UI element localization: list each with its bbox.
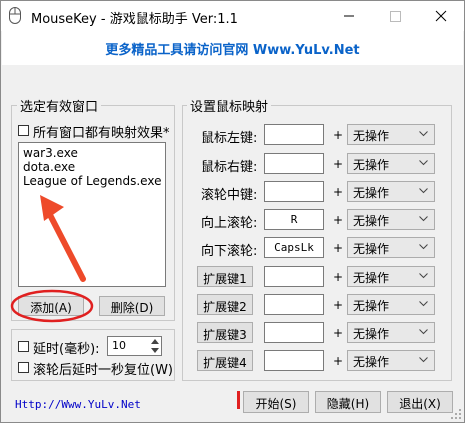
mapping-key-input[interactable]: CapsLk: [264, 237, 324, 258]
red-arrow-annotation: [40, 195, 86, 282]
mapping-action-value: 无操作: [353, 186, 390, 200]
plus-sign: +: [333, 128, 344, 142]
list-item[interactable]: war3.exe: [19, 146, 165, 160]
extension-key-3-button[interactable]: 扩展键3: [197, 322, 253, 343]
mouse-icon: [9, 7, 21, 24]
minimize-button[interactable]: [326, 1, 372, 31]
resize-grip-icon[interactable]: [450, 408, 462, 420]
chevron-down-icon: [419, 216, 428, 222]
plus-sign: +: [333, 213, 344, 227]
mapping-action-select[interactable]: 无操作: [347, 209, 435, 230]
app-window: MouseKey - 游戏鼠标助手 Ver:1.1 更多精品工具请访问官网 Ww…: [0, 0, 465, 423]
chevron-down-icon: [419, 301, 428, 307]
extension-key-4-button[interactable]: 扩展键4: [197, 350, 253, 371]
mapping-action-value: 无操作: [353, 355, 390, 369]
wheel-reset-checkbox[interactable]: [18, 362, 29, 373]
mapping-action-select[interactable]: 无操作: [347, 153, 435, 174]
spin-up-icon[interactable]: [151, 339, 159, 344]
mapping-row-label: 向上滚轮:: [201, 216, 258, 231]
mapping-key-input[interactable]: [264, 294, 324, 315]
hide-button-label: 隐藏(H): [326, 397, 370, 411]
mapping-row-label: 向下滚轮:: [201, 244, 258, 259]
all-windows-checkbox[interactable]: [18, 125, 29, 136]
chevron-down-icon: [419, 357, 428, 363]
window-select-group-title: 选定有效窗口: [17, 96, 102, 115]
list-item[interactable]: League of Legends.exe: [19, 174, 165, 188]
plus-sign: +: [333, 185, 344, 199]
mapping-key-input[interactable]: R: [264, 209, 324, 230]
mapping-key-input[interactable]: [264, 350, 324, 371]
chevron-down-icon: [419, 244, 428, 250]
plus-sign: +: [333, 326, 344, 340]
mapping-key-input[interactable]: [264, 322, 324, 343]
chevron-down-icon: [419, 131, 428, 137]
mapping-group-title: 设置鼠标映射: [187, 96, 272, 115]
spin-down-icon[interactable]: [151, 348, 159, 353]
mapping-row-label: 鼠标左键:: [201, 131, 258, 146]
delay-spinner[interactable]: [148, 337, 162, 355]
mapping-action-value: 无操作: [353, 242, 390, 256]
mapping-action-select[interactable]: 无操作: [347, 350, 435, 371]
chevron-down-icon: [419, 160, 428, 166]
mapping-action-select[interactable]: 无操作: [347, 181, 435, 202]
delay-value: 10: [112, 339, 126, 352]
plus-sign: +: [333, 270, 344, 284]
mapping-key-input[interactable]: [264, 266, 324, 287]
plus-sign: +: [333, 157, 344, 171]
mapping-key-input[interactable]: [264, 181, 324, 202]
delay-checkbox-label[interactable]: 延时(毫秒):: [33, 338, 100, 357]
window-title: MouseKey - 游戏鼠标助手 Ver:1.1: [31, 12, 238, 27]
exit-button-label: 退出(X): [399, 397, 441, 411]
mapping-action-value: 无操作: [353, 271, 390, 285]
delay-checkbox[interactable]: [18, 341, 29, 352]
title-bar[interactable]: MouseKey - 游戏鼠标助手 Ver:1.1: [1, 1, 464, 31]
mapping-action-select[interactable]: 无操作: [347, 266, 435, 287]
website-banner[interactable]: 更多精品工具请访问官网 Www.YuLv.Net: [2, 31, 463, 65]
extension-key-2-button[interactable]: 扩展键2: [197, 294, 253, 315]
mapping-action-value: 无操作: [353, 299, 390, 313]
wheel-reset-checkbox-label[interactable]: 滚轮后延时一秒复位(W): [33, 359, 173, 378]
close-button[interactable]: [418, 1, 464, 31]
chevron-down-icon: [419, 188, 428, 194]
list-item[interactable]: dota.exe: [19, 160, 165, 174]
hide-button[interactable]: 隐藏(H): [315, 391, 381, 413]
minimize-icon: [344, 15, 354, 17]
extension-key-1-button[interactable]: 扩展键1: [197, 266, 253, 287]
start-button[interactable]: 开始(S): [243, 391, 309, 413]
website-link[interactable]: Http://Www.YuLv.Net: [15, 398, 141, 411]
mapping-action-value: 无操作: [353, 327, 390, 341]
mapping-key-input[interactable]: [264, 153, 324, 174]
close-icon: [435, 10, 447, 22]
mapping-row-label: 鼠标右键:: [201, 160, 258, 175]
chevron-down-icon: [419, 273, 428, 279]
delete-button-label: 删除(D): [110, 301, 154, 315]
exit-button[interactable]: 退出(X): [387, 391, 453, 413]
chevron-down-icon: [419, 329, 428, 335]
mapping-action-select[interactable]: 无操作: [347, 237, 435, 258]
mapping-action-select[interactable]: 无操作: [347, 294, 435, 315]
red-ellipse-annotation: [10, 289, 94, 323]
plus-sign: +: [333, 241, 344, 255]
all-windows-checkbox-label[interactable]: 所有窗口都有映射效果*: [33, 122, 170, 141]
red-marker: [237, 391, 240, 409]
mapping-action-select[interactable]: 无操作: [347, 124, 435, 145]
banner-text[interactable]: 更多精品工具请访问官网 Www.YuLv.Net: [2, 39, 463, 58]
mapping-action-select[interactable]: 无操作: [347, 322, 435, 343]
maximize-button[interactable]: [372, 1, 418, 31]
delete-button[interactable]: 删除(D): [99, 296, 165, 316]
plus-sign: +: [333, 298, 344, 312]
mapping-row-label: 滚轮中键:: [201, 188, 258, 203]
plus-sign: +: [333, 354, 344, 368]
maximize-icon: [390, 11, 401, 22]
mapping-action-value: 无操作: [353, 214, 390, 228]
mapping-key-input[interactable]: [264, 124, 324, 145]
mapping-action-value: 无操作: [353, 129, 390, 143]
start-button-label: 开始(S): [255, 397, 297, 411]
mapping-action-value: 无操作: [353, 158, 390, 172]
